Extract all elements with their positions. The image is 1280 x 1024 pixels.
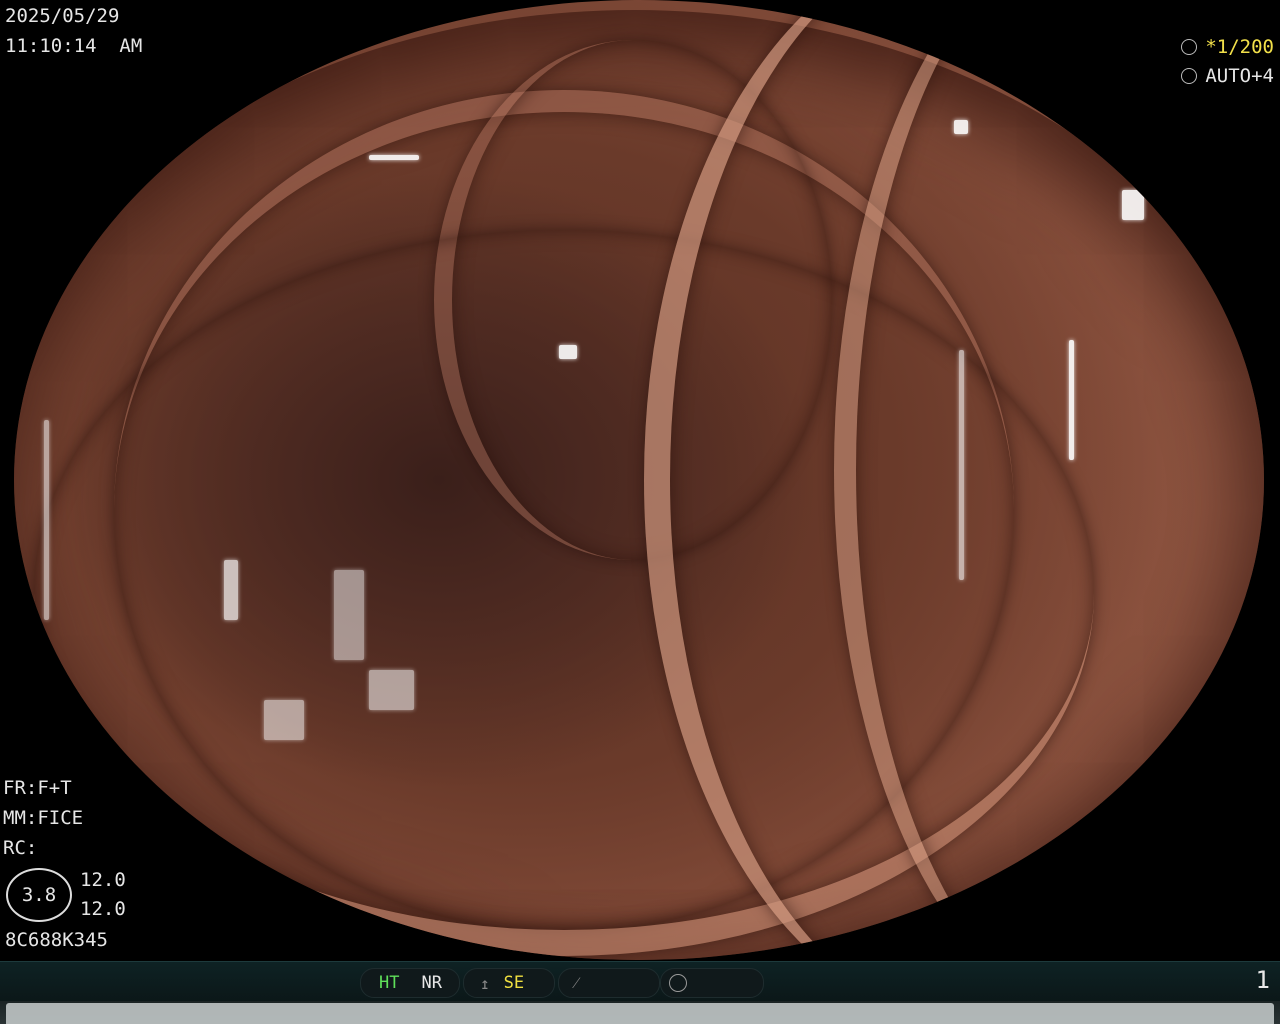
specular-highlight <box>44 420 49 620</box>
ht-nr-indicator: HT NR <box>360 968 460 998</box>
specular-highlight <box>1069 340 1074 460</box>
specular-highlight <box>224 560 238 620</box>
page-number: 1 <box>1255 966 1270 994</box>
nr-label: NR <box>421 973 442 993</box>
value-line-2: 12.0 <box>80 898 126 920</box>
date-display: 2025/05/29 <box>5 5 120 27</box>
scope-serial: 8C688K345 <box>5 929 108 951</box>
oval-value: 3.8 <box>21 884 57 906</box>
iris-icon <box>1181 68 1198 84</box>
specular-highlight <box>959 350 964 580</box>
rc-setting: RC: <box>3 837 38 859</box>
endoscope-view <box>14 0 1264 960</box>
mm-setting: MM:FICE <box>3 807 84 829</box>
ht-label: HT <box>379 973 400 993</box>
iris-setting: AUTO+4 <box>1181 65 1274 87</box>
specular-highlight <box>264 700 304 740</box>
haustral-fold <box>834 0 1264 960</box>
value-line-1: 12.0 <box>80 869 126 891</box>
mode-indicator <box>660 968 764 998</box>
shutter-value: *1/200 <box>1205 36 1274 58</box>
shutter-icon <box>1181 39 1198 55</box>
specular-highlight <box>1122 190 1144 220</box>
status-bar: HT NR ↥ SE ⁄ <box>0 961 1280 1002</box>
specular-highlight <box>334 570 364 660</box>
tone-curve-icon: ↥ <box>480 973 490 993</box>
bottom-strip-bar <box>6 1003 1274 1024</box>
iris-value: AUTO+4 <box>1205 65 1274 87</box>
se-indicator: ↥ SE <box>463 968 555 998</box>
shutter-setting: *1/200 <box>1181 36 1274 58</box>
time-display: 11:10:14 AM <box>5 35 143 57</box>
se-label: SE <box>503 973 525 993</box>
specular-highlight <box>369 155 419 160</box>
mode-circle-icon <box>669 974 687 992</box>
bottom-strip <box>0 1001 1280 1024</box>
enhancement-icon: ⁄ <box>575 973 578 992</box>
zoom-value-oval: 3.8 <box>6 868 72 922</box>
specular-highlight <box>954 120 968 134</box>
enhancement-indicator: ⁄ <box>558 968 660 998</box>
specular-highlight <box>559 345 577 359</box>
fr-setting: FR:F+T <box>3 777 72 799</box>
specular-highlight <box>369 670 414 710</box>
